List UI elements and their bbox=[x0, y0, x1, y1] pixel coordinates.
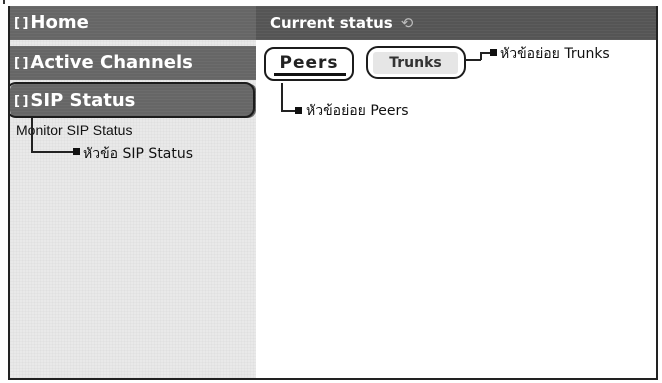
page-title: Current status bbox=[270, 14, 393, 32]
expand-icon: [ ] bbox=[14, 16, 28, 31]
sidebar-item-home[interactable]: [ ] Home bbox=[10, 6, 256, 40]
sidebar-item-label: SIP Status bbox=[30, 90, 136, 111]
callout-bullet bbox=[295, 107, 302, 114]
callout-bullet bbox=[73, 148, 80, 155]
active-tab-indicator bbox=[274, 73, 346, 76]
sidebar-item-label: Active Channels bbox=[30, 52, 193, 73]
callout-line-peers bbox=[281, 83, 283, 111]
tab-peers-label: Peers bbox=[279, 53, 339, 73]
callout-peers: หัวข้อย่อย Peers bbox=[306, 103, 409, 119]
monitor-sip-status-link[interactable]: Monitor SIP Status bbox=[16, 122, 132, 138]
expand-icon: [ ] bbox=[14, 94, 28, 109]
refresh-icon[interactable]: ⟲ bbox=[401, 6, 414, 40]
callout-line-peers bbox=[281, 110, 295, 112]
tab-trunks-label: Trunks bbox=[389, 55, 442, 71]
expand-icon: [ ] bbox=[14, 56, 28, 71]
callout-bullet bbox=[490, 49, 497, 56]
callout-line-sip-status bbox=[31, 118, 33, 152]
sidebar-item-sip-status[interactable]: [ ] SIP Status bbox=[10, 84, 256, 118]
sidebar-item-active-channels[interactable]: [ ] Active Channels bbox=[10, 46, 256, 80]
callout-line-sip-status bbox=[31, 151, 73, 153]
page-header: Current status ⟲ bbox=[256, 6, 656, 40]
callout-sip-status: หัวข้อ SIP Status bbox=[83, 146, 194, 162]
tab-trunks-highlight: Trunks bbox=[366, 46, 466, 79]
callout-line-trunks bbox=[480, 52, 490, 54]
tab-trunks[interactable]: Trunks bbox=[373, 52, 458, 74]
corner-mark bbox=[3, 0, 5, 4]
callout-trunks: หัวข้อย่อย Trunks bbox=[500, 46, 610, 62]
sidebar: [ ] Home [ ] Active Channels [ ] SIP Status… bbox=[10, 6, 256, 378]
tab-peers[interactable]: Peers bbox=[264, 47, 354, 81]
callout-line-trunks bbox=[465, 59, 481, 61]
sidebar-item-label: Home bbox=[30, 12, 89, 33]
